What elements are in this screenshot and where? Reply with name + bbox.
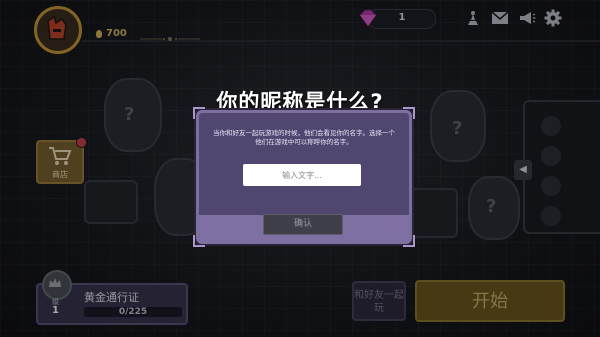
corner-ornament: [193, 107, 205, 119]
corner-ornament: [403, 107, 415, 119]
corner-ornament: [193, 235, 205, 247]
nickname-dialog: 当你和好友一起玩游戏的时候，他们会看见你的名字。选择一个他们在游戏中可以称呼你的…: [191, 107, 417, 247]
nickname-input[interactable]: [243, 164, 361, 186]
confirm-button[interactable]: 确认: [263, 214, 343, 235]
dialog-message: 当你和好友一起玩游戏的时候，他们会看见你的名字。选择一个他们在游戏中可以称呼你的…: [213, 129, 395, 146]
corner-ornament: [403, 235, 415, 247]
